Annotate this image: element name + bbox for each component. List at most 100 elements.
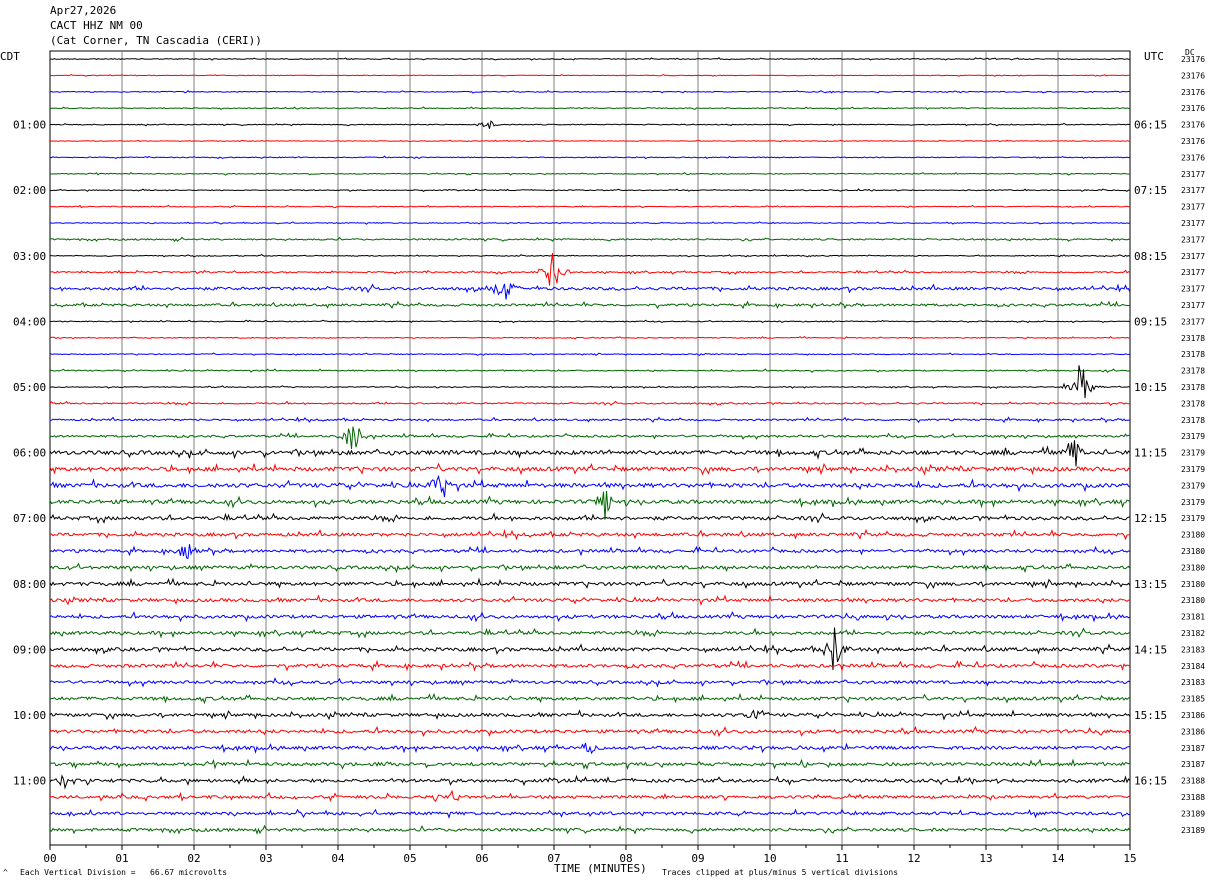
trace-row: [49, 512, 1131, 525]
dc-offset-value: 23179: [1181, 432, 1205, 441]
trace-row: [49, 319, 1131, 324]
dc-offset-value: 23176: [1181, 71, 1205, 80]
dc-offset-value: 23178: [1181, 416, 1205, 425]
dc-offset-value: 23177: [1181, 235, 1205, 244]
dc-offset-value: 23183: [1181, 678, 1205, 687]
dc-offset-value: 23176: [1181, 153, 1205, 162]
dc-offset-value: 23187: [1181, 744, 1205, 753]
seismic-traces: [49, 57, 1131, 835]
dc-offset-value: 23178: [1181, 350, 1205, 359]
trace-row: [49, 400, 1131, 406]
trace-row: [49, 253, 1131, 258]
dc-offset-value: 23178: [1181, 334, 1205, 343]
x-tick-label: 14: [1051, 852, 1065, 865]
trace-row: [49, 789, 1131, 802]
dc-offset-value: 23176: [1181, 137, 1205, 146]
right-hour-label: 06:15: [1134, 119, 1167, 132]
left-hour-label: 10:00: [13, 709, 46, 722]
trace-row: [50, 335, 1131, 340]
right-hour-label: 14:15: [1134, 643, 1167, 656]
right-hour-label: 10:15: [1134, 381, 1167, 394]
dc-offset-value: 23186: [1181, 711, 1205, 720]
x-tick-label: 03: [259, 852, 272, 865]
dc-offset-value: 23180: [1181, 531, 1205, 540]
x-tick-label: 05: [403, 852, 416, 865]
dc-offset-value: 23183: [1181, 645, 1205, 654]
x-tick-label: 04: [331, 852, 345, 865]
trace-row: [49, 824, 1131, 835]
x-tick-label: 12: [907, 852, 920, 865]
trace-row: [49, 659, 1131, 672]
right-hour-label: 15:15: [1134, 709, 1167, 722]
left-hour-label: 08:00: [13, 578, 46, 591]
clip-note: Traces clipped at plus/minus 5 vertical …: [662, 868, 899, 877]
trace-row: [49, 577, 1131, 590]
x-axis-title: TIME (MINUTES): [554, 862, 647, 875]
right-hour-label: 08:15: [1134, 250, 1167, 263]
dc-offset-value: 23180: [1181, 580, 1205, 589]
plot-frame: [49, 50, 1131, 846]
left-hour-label: 05:00: [13, 381, 46, 394]
right-hour-label: 07:15: [1134, 184, 1167, 197]
trace-row: [49, 528, 1131, 541]
trace-row: [49, 440, 1131, 467]
dc-offset-value: 23178: [1181, 367, 1205, 376]
dc-offset-value: 23180: [1181, 563, 1205, 572]
trace-row: [49, 692, 1131, 705]
dc-offset-value: 23178: [1181, 399, 1205, 408]
corner-mark: ^: [3, 868, 8, 877]
dc-offset-value: 23188: [1181, 777, 1205, 786]
helicorder-plot: 00 01 02 03 04 05 06 07 08 09 10 11 12 13 14 1523176231…: [13, 50, 1205, 865]
dc-offset-value: 23179: [1181, 465, 1205, 474]
dc-offset-value: 23179: [1181, 498, 1205, 507]
trace-row: [49, 627, 1131, 639]
dc-offset-value: 23177: [1181, 219, 1205, 228]
trace-row: [49, 808, 1131, 819]
trace-row: [49, 594, 1130, 606]
trace-row: [49, 474, 1131, 498]
trace-row: [49, 677, 1131, 688]
trace-row: [49, 120, 1131, 129]
dc-offset-value: 23179: [1181, 514, 1205, 523]
left-hour-label: 06:00: [13, 447, 46, 460]
trace-row: [49, 742, 1131, 755]
trace-row: [49, 221, 1131, 225]
dc-offset-value: 23177: [1181, 170, 1205, 179]
dc-offset-value: 23177: [1181, 203, 1205, 212]
x-tick-label: 13: [979, 852, 992, 865]
dc-offset-value: 23178: [1181, 383, 1205, 392]
trace-row: [49, 368, 1131, 373]
dc-offset-value: 23180: [1181, 596, 1205, 605]
dc-offset-value: 23179: [1181, 449, 1205, 458]
trace-row: [49, 236, 1131, 243]
trace-row: [49, 462, 1131, 476]
dc-offset-value: 23176: [1181, 104, 1205, 113]
trace-row: [49, 725, 1131, 738]
left-hour-label: 01:00: [13, 119, 46, 132]
trace-row: [49, 204, 1131, 209]
x-tick-label: 11: [835, 852, 848, 865]
dc-offset-value: 23180: [1181, 547, 1205, 556]
right-hour-label: 12:15: [1134, 512, 1167, 525]
dc-offset-value: 23185: [1181, 695, 1205, 704]
dc-offset-value: 23176: [1181, 88, 1205, 97]
dc-offset-value: 23187: [1181, 760, 1205, 769]
x-tick-label: 06: [475, 852, 488, 865]
trace-row: [49, 300, 1131, 310]
trace-row: [49, 709, 1131, 721]
x-tick-label: 15: [1123, 852, 1136, 865]
right-hour-label: 09:15: [1134, 315, 1167, 328]
x-tick-label: 09: [691, 852, 704, 865]
trace-row: [50, 172, 1131, 176]
dc-offset-value: 23177: [1181, 301, 1205, 310]
left-hour-label: 03:00: [13, 250, 46, 263]
trace-row: [49, 283, 1131, 300]
trace-row: [49, 106, 1130, 111]
trace-row: [49, 90, 1130, 94]
left-hour-label: 07:00: [13, 512, 46, 525]
left-hour-label: 09:00: [13, 643, 46, 656]
dc-offset-value: 23177: [1181, 268, 1205, 277]
x-tick-label: 00: [43, 852, 56, 865]
trace-row: [50, 57, 1131, 61]
trace-row: [49, 352, 1131, 356]
